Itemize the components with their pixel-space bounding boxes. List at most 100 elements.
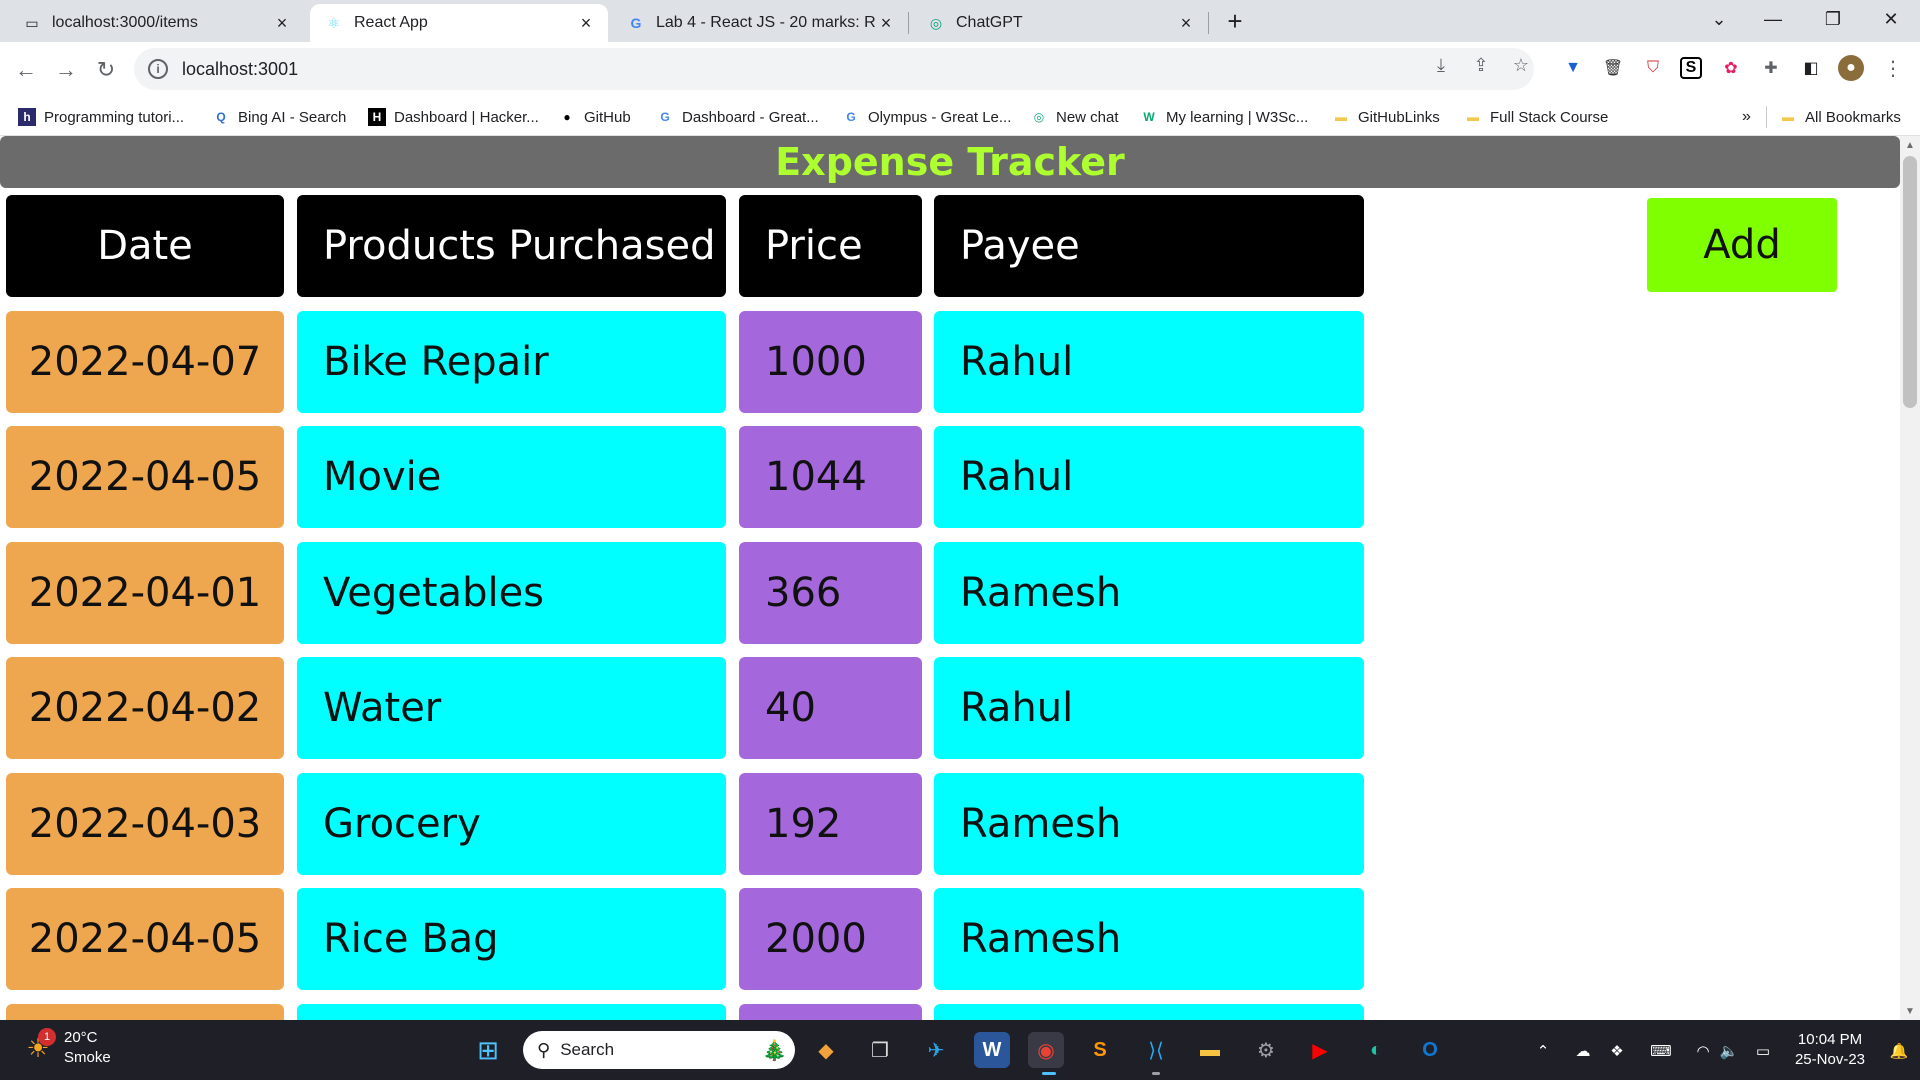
install-app-icon[interactable]: ⤓ (1428, 52, 1454, 78)
folder-icon: ▬ (1467, 110, 1479, 124)
taskbar-search-box[interactable]: ⚲ Search 🎄 (523, 1031, 795, 1069)
scrollbar-thumb[interactable] (1903, 156, 1917, 408)
tab-title: ChatGPT (956, 14, 1023, 31)
new-tab-button[interactable]: + (1220, 6, 1250, 36)
tab-react-app[interactable]: ⚛ React App × (310, 4, 608, 42)
start-button[interactable]: ⊞ (470, 1032, 506, 1068)
url-text[interactable]: localhost:3001 (182, 59, 298, 80)
bookmark-item[interactable]: G Olympus - Great Le... (842, 106, 1011, 128)
side-panel-icon[interactable]: ◧ (1798, 55, 1824, 81)
cell-price (739, 1004, 922, 1020)
tab-search-chevron-icon[interactable]: ⌄ (1696, 0, 1742, 38)
extension-color-icon[interactable]: ✿ (1718, 55, 1744, 81)
vertical-scrollbar[interactable]: ▲ ▼ (1900, 136, 1920, 1020)
volume-icon[interactable]: 🔈 (1718, 1040, 1740, 1062)
wifi-icon[interactable]: ◠ (1692, 1040, 1714, 1062)
folder-icon: ▬ (1782, 110, 1794, 124)
cell-date (6, 1004, 284, 1020)
restore-button[interactable]: ❐ (1810, 0, 1856, 38)
word-icon[interactable]: W (974, 1032, 1010, 1068)
forward-button[interactable]: → (50, 54, 82, 86)
bookmark-item[interactable]: G Dashboard - Great... (656, 106, 818, 128)
cell-product: Water (297, 657, 726, 759)
notification-badge: 1 (38, 1028, 56, 1046)
github-icon: ● (563, 110, 571, 124)
copilot-icon[interactable]: ◆ (808, 1032, 844, 1068)
folder-icon: ▬ (1335, 110, 1347, 124)
cell-product: Bike Repair (297, 311, 726, 413)
extension-ublock-icon[interactable]: ⛉ (1640, 55, 1666, 81)
extension-s-icon[interactable]: S (1680, 57, 1702, 79)
close-icon[interactable]: × (876, 13, 896, 33)
cell-price: 192 (739, 773, 922, 875)
bookmark-item[interactable]: ● GitHub (558, 106, 630, 128)
site-info-icon[interactable]: i (148, 59, 168, 79)
edge-icon[interactable]: ◐ (1358, 1032, 1394, 1068)
bookmarks-overflow-button[interactable]: » (1742, 106, 1751, 128)
page-title: Expense Tracker (775, 140, 1125, 184)
scroll-up-arrow-icon[interactable]: ▲ (1900, 136, 1920, 154)
tab-localhost-items[interactable]: ▭ localhost:3000/items × (8, 4, 304, 42)
bookmark-star-icon[interactable]: ☆ (1508, 52, 1534, 78)
onedrive-icon[interactable]: ☁ (1572, 1040, 1594, 1062)
settings-gear-icon[interactable]: ⚙ (1248, 1032, 1284, 1068)
add-expense-button[interactable]: Add (1647, 198, 1837, 292)
tab-lab4[interactable]: G Lab 4 - React JS - 20 marks: Reac × (612, 4, 908, 42)
search-placeholder: Search (560, 1040, 615, 1059)
extension-v-icon[interactable]: ▼ (1560, 55, 1586, 81)
keyboard-icon[interactable]: ⌨ (1650, 1040, 1672, 1062)
chatgpt-icon: ◎ (929, 14, 943, 31)
cell-date: 2022-04-01 (6, 542, 284, 644)
bookmark-favicon-icon: h (18, 108, 36, 126)
outlook-icon[interactable]: O (1412, 1032, 1448, 1068)
share-icon[interactable]: ⇪ (1468, 52, 1494, 78)
clock-time: 10:04 PM (1797, 1031, 1863, 1048)
cell-product: Vegetables (297, 542, 726, 644)
tab-divider (908, 12, 909, 34)
vscode-icon[interactable]: ⟩⟨ (1138, 1032, 1174, 1068)
bookmark-item[interactable]: ◎ New chat (1030, 106, 1119, 128)
youtube-icon[interactable]: ▶ (1302, 1032, 1338, 1068)
bookmark-item[interactable]: W My learning | W3Sc... (1140, 106, 1308, 128)
cell-date: 2022-04-05 (6, 426, 284, 528)
close-icon[interactable]: × (272, 13, 292, 33)
react-icon: ⚛ (327, 14, 341, 31)
extensions-puzzle-icon[interactable]: ✚ (1758, 55, 1784, 81)
cell-date: 2022-04-07 (6, 311, 284, 413)
address-bar[interactable]: i localhost:3001 (134, 48, 1534, 90)
browser-menu-icon[interactable]: ⋮ (1880, 55, 1906, 81)
telegram-icon[interactable]: ✈ (918, 1032, 954, 1068)
bookmark-folder[interactable]: ▬ GitHubLinks (1332, 106, 1440, 128)
close-icon[interactable]: × (576, 13, 596, 33)
profile-avatar[interactable]: ● (1838, 55, 1864, 81)
scroll-down-arrow-icon[interactable]: ▼ (1900, 1002, 1920, 1020)
battery-icon[interactable]: ▭ (1752, 1040, 1774, 1062)
close-icon[interactable]: × (1176, 13, 1196, 33)
chrome-icon[interactable]: ◉ (1028, 1032, 1064, 1068)
window-close-button[interactable]: ✕ (1868, 0, 1914, 38)
extension-trash-icon[interactable]: 🗑 (1600, 55, 1626, 81)
sublime-icon[interactable]: S (1082, 1032, 1118, 1068)
bookmark-item[interactable]: Q Bing AI - Search (212, 106, 346, 128)
all-bookmarks-button[interactable]: ▬ All Bookmarks (1766, 106, 1901, 128)
back-button[interactable]: ← (10, 54, 42, 86)
cell-date: 2022-04-02 (6, 657, 284, 759)
tab-chatgpt[interactable]: ◎ ChatGPT × (912, 4, 1208, 42)
page-viewport: Expense Tracker Date Products Purchased … (0, 136, 1920, 1020)
browser-toolbar: ← → ↻ i localhost:3001 ⤓ ⇪ ☆ (0, 42, 1920, 98)
bookmark-folder[interactable]: ▬ Full Stack Course (1464, 106, 1608, 128)
show-hidden-icons-chevron-icon[interactable]: ⌃ (1532, 1040, 1554, 1062)
notification-bell-icon[interactable]: 🔔 (1888, 1040, 1910, 1062)
minimize-button[interactable]: — (1750, 0, 1796, 38)
file-explorer-icon[interactable]: ▬ (1192, 1032, 1228, 1068)
dropbox-icon[interactable]: ❖ (1606, 1040, 1628, 1062)
task-view-icon[interactable]: ❐ (862, 1032, 898, 1068)
bookmark-item[interactable]: h Programming tutori... (18, 106, 184, 128)
system-clock[interactable]: 10:04 PM 25-Nov-23 (1780, 1030, 1880, 1070)
weather-description: Smoke (64, 1049, 111, 1066)
reload-button[interactable]: ↻ (90, 54, 122, 86)
weather-widget[interactable]: ☀ 1 20°C Smoke (22, 1028, 111, 1068)
bookmark-item[interactable]: H Dashboard | Hacker... (368, 106, 539, 128)
cell-date: 2022-04-05 (6, 888, 284, 990)
cell-product: Rice Bag (297, 888, 726, 990)
